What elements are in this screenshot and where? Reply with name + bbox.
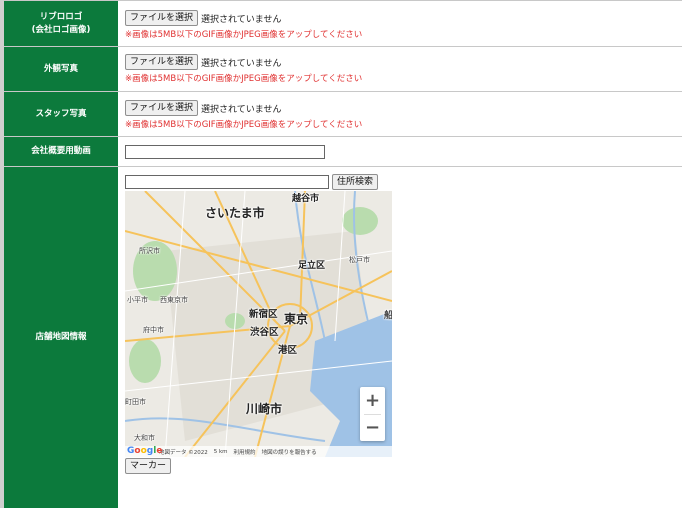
zoom-out-button[interactable]: − <box>360 414 385 441</box>
row-exterior: 外観写真 ファイルを選択 選択されていません ※画像は5MB以下のGIF画像かJ… <box>4 46 682 91</box>
map-view[interactable]: さいたま市 越谷市 足立区 新宿区 東京 渋谷区 港区 川崎市 所沢市 松戸市 … <box>125 191 392 457</box>
map-zoom-control: + − <box>360 387 385 441</box>
map-label-funabashi: 船 <box>384 311 392 321</box>
google-logo: Google <box>127 446 163 456</box>
row-video-label: 会社概要用動画 <box>4 137 118 166</box>
map-scale: 5 km <box>213 448 228 455</box>
exterior-file-status: 選択されていません <box>201 58 282 69</box>
zoom-divider <box>364 414 381 415</box>
staff-file-button[interactable]: ファイルを選択 <box>125 100 199 116</box>
map-report-link[interactable]: 地図の誤りを報告する <box>262 448 317 456</box>
map-label-tokyo: 東京 <box>284 312 309 326</box>
row-map: 店舗地図情報 住所検索 さいたま市 越谷市 足立区 新宿区 東京 渋谷区 港区 … <box>4 166 682 508</box>
logo-label-line2: (会社ロゴ画像) <box>31 24 91 35</box>
map-label-yamato: 大和市 <box>134 434 155 442</box>
map-label-matsudo: 松戸市 <box>349 256 370 264</box>
row-logo-body: ファイルを選択 選択されていません ※画像は5MB以下のGIF画像かJPEG画像… <box>118 1 682 46</box>
map-terms-link[interactable]: 利用規約 <box>234 448 256 456</box>
map-label-kodaira: 小平市 <box>127 296 148 304</box>
map-label-fuchu: 府中市 <box>143 326 164 334</box>
marker-button[interactable]: マーカー <box>125 458 172 474</box>
video-url-input[interactable] <box>125 145 325 159</box>
row-video: 会社概要用動画 <box>4 136 682 166</box>
map-label-saitama: さいたま市 <box>205 206 265 220</box>
row-staff-body: ファイルを選択 選択されていません ※画像は5MB以下のGIF画像かJPEG画像… <box>118 92 682 136</box>
address-input[interactable] <box>125 175 329 189</box>
row-logo-label: リブロロゴ (会社ロゴ画像) <box>4 1 118 46</box>
row-video-body <box>118 137 682 166</box>
map-label-machida: 町田市 <box>125 398 146 406</box>
row-staff-label: スタッフ写真 <box>4 92 118 136</box>
map-label-kawasaki: 川崎市 <box>246 402 283 416</box>
staff-file-input: ファイルを選択 選択されていません <box>125 100 281 116</box>
exterior-file-input: ファイルを選択 選択されていません <box>125 54 281 70</box>
map-label-nishitokyo: 西東京市 <box>160 296 188 304</box>
staff-upload-note: ※画像は5MB以下のGIF画像かJPEG画像をアップしてください <box>125 120 363 130</box>
logo-label-line1: リブロロゴ <box>39 11 83 22</box>
zoom-in-button[interactable]: + <box>360 387 385 414</box>
map-label-tokorozawa: 所沢市 <box>139 247 160 255</box>
exterior-file-button[interactable]: ファイルを選択 <box>125 54 199 70</box>
logo-file-button[interactable]: ファイルを選択 <box>125 10 199 26</box>
exterior-upload-note: ※画像は5MB以下のGIF画像かJPEG画像をアップしてください <box>125 74 363 84</box>
logo-file-input: ファイルを選択 選択されていません <box>125 10 281 26</box>
row-staff: スタッフ写真 ファイルを選択 選択されていません ※画像は5MB以下のGIF画像… <box>4 91 682 136</box>
row-exterior-body: ファイルを選択 選択されていません ※画像は5MB以下のGIF画像かJPEG画像… <box>118 47 682 91</box>
address-search-button[interactable]: 住所検索 <box>332 174 379 190</box>
row-map-label: 店舗地図情報 <box>4 167 118 508</box>
row-logo: リブロロゴ (会社ロゴ画像) ファイルを選択 選択されていません ※画像は5MB… <box>4 0 682 46</box>
map-label-minato: 港区 <box>278 345 298 356</box>
map-label-shinjuku: 新宿区 <box>249 309 278 320</box>
row-map-body: 住所検索 さいたま市 越谷市 足立区 新宿区 東京 渋谷区 港区 川崎市 所沢市… <box>118 167 682 508</box>
map-data-credit: 地図データ ©2022 <box>159 449 208 456</box>
map-label-shibuya: 渋谷区 <box>250 327 279 338</box>
row-exterior-label: 外観写真 <box>4 47 118 91</box>
logo-upload-note: ※画像は5MB以下のGIF画像かJPEG画像をアップしてください <box>125 30 363 40</box>
map-label-adachi: 足立区 <box>298 261 326 271</box>
map-footer: 地図データ ©2022 5 km 利用規約 地図の誤りを報告する <box>125 446 392 457</box>
map-label-koshigaya: 越谷市 <box>292 194 320 204</box>
logo-file-status: 選択されていません <box>201 14 282 25</box>
staff-file-status: 選択されていません <box>201 104 282 115</box>
